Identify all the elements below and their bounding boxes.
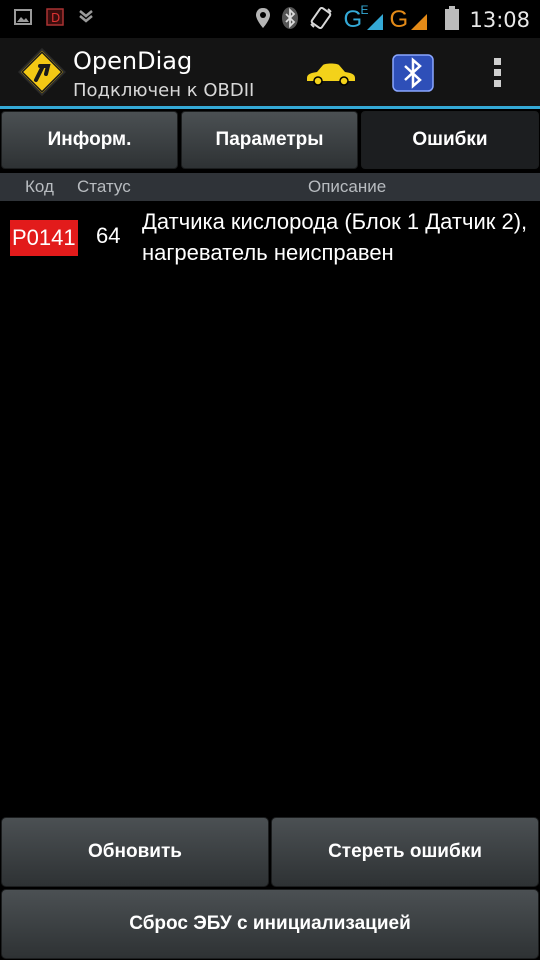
app-logo-icon[interactable]: [17, 47, 67, 97]
connection-status: Подключен к OBDII: [73, 80, 255, 101]
svg-text:D: D: [51, 11, 60, 25]
location-icon: [255, 7, 271, 33]
battery-icon: [445, 6, 460, 34]
error-status: 64: [96, 223, 121, 248]
column-code: Код: [25, 177, 54, 196]
app-notification-icon: D: [46, 8, 64, 30]
ecu-reset-button[interactable]: Сброс ЭБУ с инициализацией: [1, 889, 539, 959]
tab-bar: Информ. Параметры Ошибки: [0, 109, 540, 171]
column-description: Описание: [308, 177, 387, 196]
car-icon[interactable]: [305, 62, 357, 86]
download-icon: [78, 9, 94, 29]
bluetooth-connect-icon[interactable]: [392, 54, 434, 92]
status-bar: D G E G 13:08: [0, 0, 540, 38]
refresh-button[interactable]: Обновить: [1, 817, 269, 887]
tab-info[interactable]: Информ.: [1, 111, 178, 169]
error-code: P0141: [10, 220, 78, 256]
error-table-header: Код Статус Описание: [0, 173, 540, 201]
tab-parameters[interactable]: Параметры: [181, 111, 358, 169]
bluetooth-icon: [281, 6, 299, 34]
signal-icon: G E G: [343, 3, 435, 34]
clear-errors-button[interactable]: Стереть ошибки: [271, 817, 539, 887]
error-description: Датчика кислорода (Блок 1 Датчик 2), наг…: [142, 209, 528, 265]
app-title: OpenDiag: [73, 47, 193, 75]
table-row[interactable]: P0141 64 Датчика кислорода (Блок 1 Датчи…: [0, 204, 540, 274]
vibrate-icon: [309, 6, 333, 34]
gallery-icon: [14, 9, 32, 29]
clock: 13:08: [469, 8, 530, 32]
overflow-menu-icon[interactable]: [488, 56, 508, 90]
column-status: Статус: [77, 177, 131, 196]
action-bar: OpenDiag Подключен к OBDII: [0, 38, 540, 109]
tab-errors[interactable]: Ошибки: [361, 111, 539, 169]
